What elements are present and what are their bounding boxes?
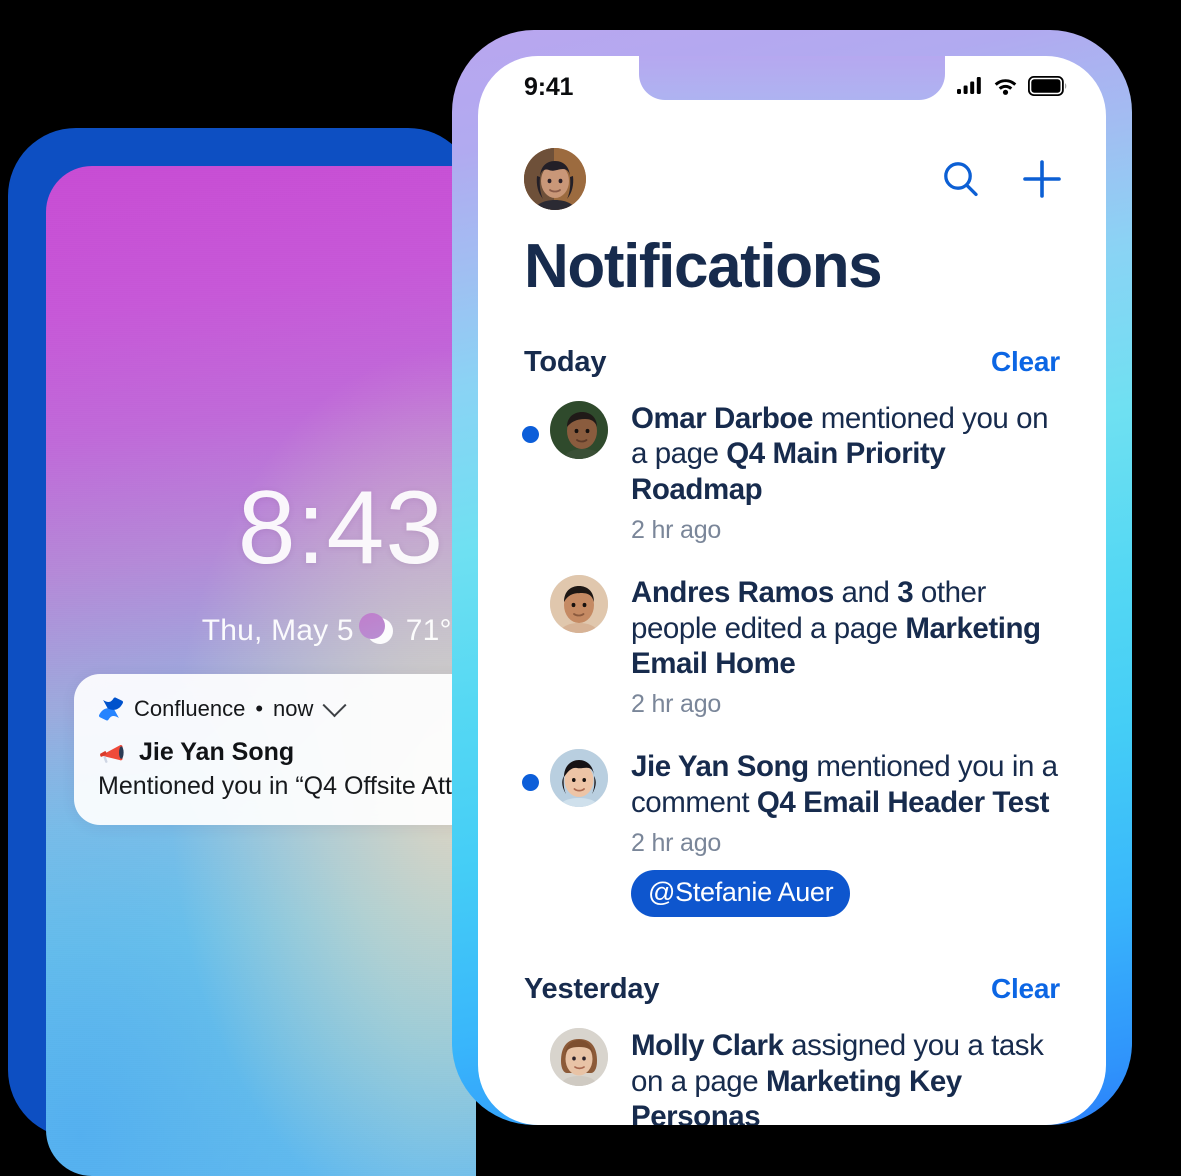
app-header	[478, 148, 1106, 210]
notification-avatar	[550, 749, 608, 808]
clear-button-yesterday[interactable]: Clear	[991, 973, 1060, 1005]
page-title: Notifications	[524, 232, 883, 301]
lock-screen-date: Thu, May 5	[201, 614, 354, 647]
notification-text: Omar Darboe mentioned you on a page Q4 M…	[631, 401, 1060, 507]
status-bar: 9:41	[478, 56, 1106, 116]
notification-actor: Andres Ramos	[631, 576, 834, 610]
confluence-logo-icon	[98, 696, 124, 722]
notification-item[interactable]: Molly Clark assigned you a task on a pag…	[516, 1028, 1060, 1125]
notification-timestamp: 2 hr ago	[631, 829, 722, 858]
left-phone-device: 8:43 Thu, May 5 71°F Confluence • now Ji…	[8, 128, 476, 1176]
status-bar-icons	[957, 75, 1068, 101]
notification-actor: Molly Clark	[631, 1029, 784, 1063]
notification-item[interactable]: Jie Yan Song mentioned you in a comment …	[516, 749, 1060, 918]
notification-content: Omar Darboe mentioned you on a page Q4 M…	[631, 401, 1060, 545]
notification-timestamp: 2 hr ago	[631, 690, 722, 719]
notification-item[interactable]: Omar Darboe mentioned you on a page Q4 M…	[516, 401, 1060, 545]
notification-sender-name: Jie Yan Song	[139, 738, 295, 766]
avatar[interactable]	[524, 148, 586, 210]
search-icon[interactable]	[940, 158, 982, 200]
wifi-icon	[993, 76, 1018, 100]
section-header: Today Clear	[516, 346, 1060, 379]
notification-text: Jie Yan Song mentioned you in a comment …	[631, 749, 1060, 820]
notification-action-mid: and	[833, 576, 898, 610]
section-title: Today	[524, 346, 607, 378]
mention-chip[interactable]: @Stefanie Auer	[631, 870, 851, 918]
notification-count: 3	[897, 576, 914, 610]
wallpaper-grain	[46, 166, 476, 1176]
lock-screen: 8:43 Thu, May 5 71°F Confluence • now Ji…	[46, 166, 476, 1176]
notification-text: Andres Ramos and 3 other people edited a…	[631, 575, 1060, 681]
clear-button-today[interactable]: Clear	[991, 346, 1060, 378]
section-title: Yesterday	[524, 973, 660, 1006]
notification-avatar	[550, 575, 608, 634]
notification-text: Molly Clark assigned you a task on a pag…	[631, 1028, 1060, 1125]
app-screen: 9:41 Notifications Today Clear Omar Darb…	[478, 56, 1106, 1125]
plus-icon[interactable]	[1020, 157, 1064, 201]
notification-app-name: Confluence	[134, 696, 246, 721]
header-actions	[940, 157, 1064, 201]
notification-message: Mentioned you in “Q4 Offsite Attendee	[98, 772, 476, 800]
notification-target: Q4 Email Header Test	[756, 785, 1050, 819]
notification-actor: Omar Darboe	[631, 402, 813, 435]
unread-dot	[522, 774, 539, 792]
section-header: Yesterday Clear	[516, 973, 1060, 1006]
notification-avatar	[550, 1028, 608, 1087]
megaphone-icon	[98, 740, 128, 766]
notification-section-today: Today Clear Omar Darboe mentioned you on…	[516, 346, 1060, 918]
notification-item[interactable]: Andres Ramos and 3 other people edited a…	[516, 575, 1060, 719]
notification-avatar	[550, 401, 608, 459]
section-divider-space	[516, 947, 1060, 973]
notification-sender-row: Jie Yan Song	[98, 738, 476, 767]
notification-app-row: Confluence • now	[98, 692, 476, 722]
lock-screen-date-weather: Thu, May 5 71°F	[46, 613, 476, 648]
notification-content: Andres Ramos and 3 other people edited a…	[631, 575, 1060, 719]
cellular-signal-icon	[957, 76, 983, 100]
notification-time: now	[273, 696, 314, 721]
battery-full-icon	[1027, 75, 1068, 101]
notification-content: Jie Yan Song mentioned you in a comment …	[631, 749, 1060, 918]
notification-separator: •	[255, 696, 264, 721]
notification-timestamp: 2 hr ago	[631, 516, 722, 545]
notifications-list[interactable]: Today Clear Omar Darboe mentioned you on…	[478, 346, 1106, 1125]
notification-content: Molly Clark assigned you a task on a pag…	[631, 1028, 1060, 1125]
status-bar-time: 9:41	[524, 72, 574, 101]
chevron-down-icon[interactable]	[322, 692, 347, 717]
unread-dot	[522, 426, 539, 443]
right-phone-device: 9:41 Notifications Today Clear Omar Darb…	[452, 30, 1132, 1125]
notification-actor: Jie Yan Song	[631, 750, 809, 784]
lock-screen-notification-card[interactable]: Confluence • now Jie Yan Song Mentioned …	[74, 674, 476, 825]
moon-icon	[358, 613, 393, 644]
lock-screen-clock: 8:43	[237, 470, 445, 586]
notification-section-yesterday: Yesterday Clear Molly Clark assigned you…	[516, 973, 1060, 1125]
